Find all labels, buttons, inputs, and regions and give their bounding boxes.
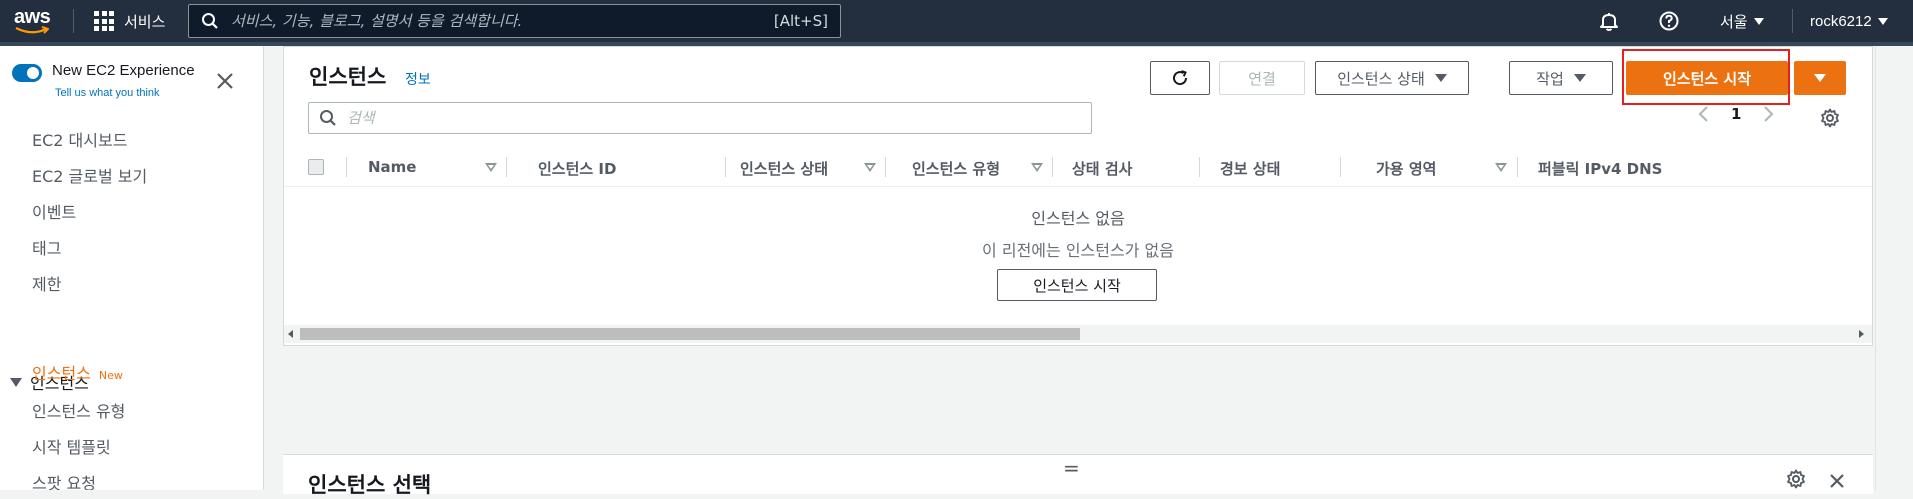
refresh-icon xyxy=(1173,70,1188,86)
page-number[interactable]: 1 xyxy=(1731,105,1741,123)
column-header-instance-id[interactable]: 인스턴스 ID xyxy=(538,158,616,179)
table-header: Name 인스턴스 ID 인스턴스 상태 인스턴스 유형 상태 검사 경보 상태… xyxy=(284,147,1872,187)
account-label: rock6212 xyxy=(1810,12,1872,30)
region-label: 서울 xyxy=(1720,12,1748,31)
chevron-down-icon xyxy=(1573,74,1586,82)
select-all-checkbox[interactable] xyxy=(308,159,324,175)
chevron-right-icon[interactable] xyxy=(1763,105,1775,123)
global-search-bar[interactable]: [Alt+S] xyxy=(188,4,841,38)
column-header-availability-zone[interactable]: 가용 영역 xyxy=(1376,158,1436,179)
sidebar-item-launch-templates[interactable]: 시작 템플릿 xyxy=(32,434,111,458)
instance-state-button[interactable]: 인스턴스 상태 xyxy=(1315,61,1469,95)
top-navigation: aws 서비스 [Alt+S] 서울 rock6212 xyxy=(0,0,1913,42)
sidebar-item-limits[interactable]: 제한 xyxy=(32,271,61,295)
sidebar-item-global-view[interactable]: EC2 글로벌 보기 xyxy=(32,163,147,187)
empty-launch-instances-button[interactable]: 인스턴스 시작 xyxy=(997,269,1157,301)
sort-icon[interactable] xyxy=(485,163,497,172)
instances-search-bar[interactable] xyxy=(308,102,1092,134)
chevron-down-icon xyxy=(1877,17,1888,25)
new-experience-title: New EC2 Experience xyxy=(52,62,195,79)
sidebar-item-events[interactable]: 이벤트 xyxy=(32,199,76,223)
sort-icon[interactable] xyxy=(864,163,876,172)
sidebar-item-tags[interactable]: 태그 xyxy=(32,235,61,259)
aws-logo-text: aws xyxy=(14,6,51,28)
help-icon[interactable] xyxy=(1658,10,1680,32)
pagination: 1 xyxy=(1697,105,1775,123)
grid-icon xyxy=(94,11,114,31)
sidebar-item-instances[interactable]: 인스턴스 New xyxy=(32,360,123,384)
sidebar-item-spot-requests[interactable]: 스팟 요청 xyxy=(32,470,96,490)
sidebar-item-instance-types[interactable]: 인스턴스 유형 xyxy=(32,398,125,422)
account-menu[interactable]: rock6212 xyxy=(1810,0,1888,42)
gear-icon[interactable] xyxy=(1786,469,1806,489)
nav-divider xyxy=(73,9,74,33)
region-selector[interactable]: 서울 xyxy=(1720,0,1764,42)
refresh-button[interactable] xyxy=(1150,61,1210,95)
actions-button[interactable]: 작업 xyxy=(1509,61,1613,95)
bell-icon[interactable] xyxy=(1598,10,1620,32)
sort-icon[interactable] xyxy=(1031,163,1043,172)
column-header-name[interactable]: Name xyxy=(368,158,416,176)
instances-search-input[interactable] xyxy=(347,109,1091,127)
vertical-scrollbar[interactable] xyxy=(1875,46,1893,490)
highlight-box xyxy=(1622,49,1790,105)
scroll-right-icon[interactable] xyxy=(1859,330,1864,338)
empty-state-subtitle: 이 리전에는 인스턴스가 없음 xyxy=(982,241,1174,260)
info-link[interactable]: 정보 xyxy=(405,69,431,89)
empty-state-title: 인스턴스 없음 xyxy=(1031,209,1125,228)
scroll-left-icon[interactable] xyxy=(288,330,293,338)
resize-handle[interactable]: = xyxy=(1063,456,1080,480)
feedback-link[interactable]: Tell us what you think xyxy=(55,87,160,99)
search-icon xyxy=(320,110,336,126)
nav-divider xyxy=(1792,9,1793,33)
aws-logo[interactable]: aws xyxy=(14,6,54,36)
gear-icon[interactable] xyxy=(1820,108,1840,128)
new-experience-toggle[interactable] xyxy=(12,64,42,82)
search-shortcut-hint: [Alt+S] xyxy=(773,12,828,30)
details-panel-title: 인스턴스 선택 xyxy=(308,473,432,497)
actions-label: 작업 xyxy=(1536,69,1564,88)
search-icon xyxy=(202,13,218,29)
sort-icon[interactable] xyxy=(1495,163,1507,172)
main-content: 인스턴스 정보 연결 인스턴스 상태 작업 인스턴스 시작 1 xyxy=(283,46,1873,497)
chevron-down-icon xyxy=(1814,74,1826,82)
close-icon[interactable] xyxy=(216,72,234,90)
column-header-public-dns[interactable]: 퍼블릭 IPv4 DNS xyxy=(1538,158,1662,179)
chevron-down-icon xyxy=(1434,74,1447,82)
chevron-left-icon[interactable] xyxy=(1697,105,1709,123)
sidebar-item-dashboard[interactable]: EC2 대시보드 xyxy=(32,127,127,151)
launch-dropdown-button[interactable] xyxy=(1794,61,1846,95)
global-search-input[interactable] xyxy=(231,12,774,30)
aws-smile-icon xyxy=(15,26,49,34)
horizontal-scrollbar[interactable] xyxy=(284,325,1872,343)
column-header-instance-state[interactable]: 인스턴스 상태 xyxy=(740,158,828,179)
column-header-status-check[interactable]: 상태 검사 xyxy=(1072,158,1132,179)
instance-state-label: 인스턴스 상태 xyxy=(1337,69,1425,88)
caret-down-icon xyxy=(10,377,22,387)
column-header-instance-type[interactable]: 인스턴스 유형 xyxy=(912,158,1000,179)
scrollbar-thumb[interactable] xyxy=(300,328,1080,340)
chevron-down-icon xyxy=(1753,17,1764,25)
sidebar: New EC2 Experience Tell us what you thin… xyxy=(0,46,264,490)
close-icon[interactable] xyxy=(1829,473,1845,489)
new-badge: New xyxy=(98,369,123,382)
page-title: 인스턴스 xyxy=(309,65,387,89)
column-header-alarm-status[interactable]: 경보 상태 xyxy=(1220,158,1280,179)
services-menu-button[interactable]: 서비스 xyxy=(94,0,165,42)
instances-panel: 인스턴스 정보 연결 인스턴스 상태 작업 인스턴스 시작 1 xyxy=(283,46,1873,346)
connect-button[interactable]: 연결 xyxy=(1219,61,1305,95)
sidebar-item-label: 인스턴스 xyxy=(32,364,91,383)
services-label: 서비스 xyxy=(124,12,166,31)
